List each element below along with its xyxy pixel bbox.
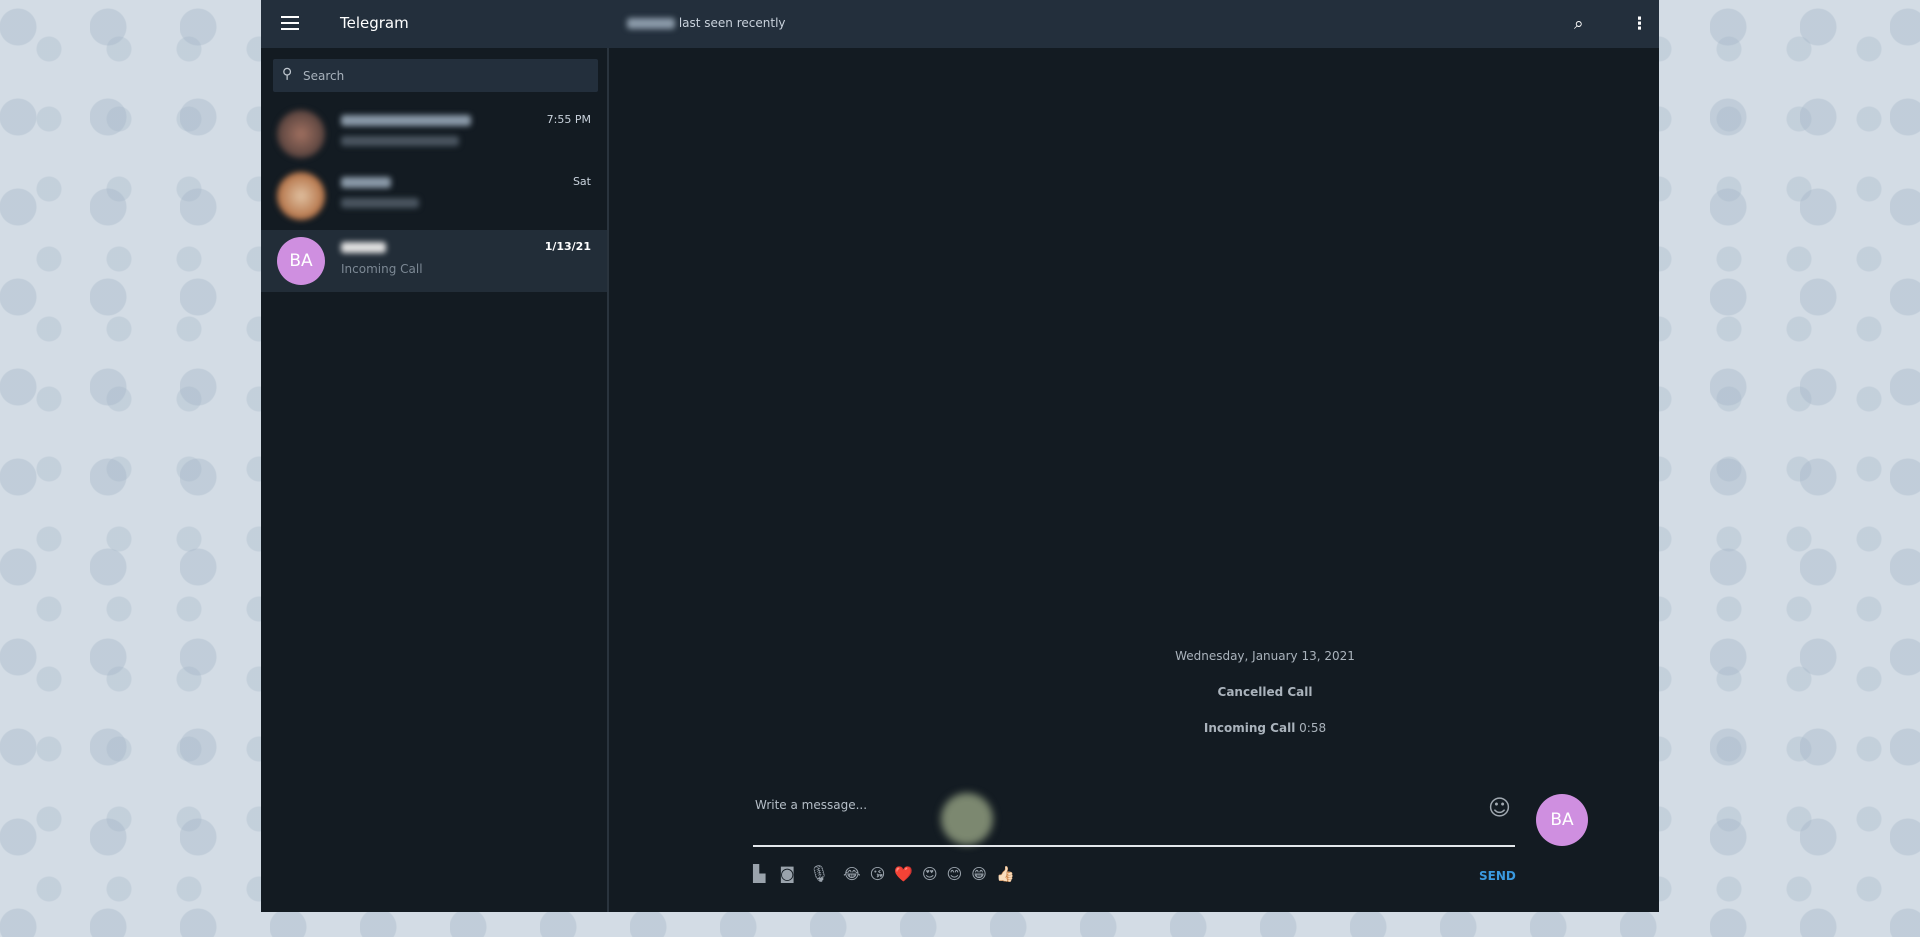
- search-icon: ⚲: [282, 66, 293, 82]
- chat-name: [341, 115, 471, 126]
- contact-avatar[interactable]: BA: [1536, 794, 1588, 846]
- search-placeholder: Search: [303, 69, 345, 83]
- app-title: Telegram: [340, 14, 409, 32]
- search-input[interactable]: ⚲ Search: [273, 59, 598, 92]
- search-icon[interactable]: ⌕: [1574, 14, 1584, 34]
- menu-icon[interactable]: [281, 16, 299, 30]
- emoji-quick[interactable]: 😍: [922, 865, 938, 883]
- incoming-call-message: Incoming Call 0:58: [871, 721, 1659, 735]
- call-label: Incoming Call: [1203, 721, 1296, 735]
- chat-item[interactable]: 7:55 PM: [261, 103, 607, 165]
- contact-status: last seen recently: [627, 16, 786, 30]
- microphone-icon[interactable]: 🎙︎: [809, 864, 829, 883]
- emoji-quick[interactable]: 😊: [947, 865, 963, 883]
- more-vert-icon[interactable]: ⋮: [1631, 14, 1648, 34]
- file-icon[interactable]: ▙: [753, 864, 765, 883]
- date-separator: Wednesday, January 13, 2021: [1175, 649, 1355, 663]
- avatar: [277, 110, 325, 158]
- telegram-window: Telegram last seen recently ⌕ ⋮ ⚲ Search …: [261, 0, 1659, 912]
- emoji-quick[interactable]: 😂: [843, 865, 861, 883]
- emoji-quick[interactable]: 😁: [971, 865, 987, 883]
- chat-list-sidebar: ⚲ Search 7:55 PM Sat BA Incoming Call 1/1…: [261, 48, 609, 912]
- input-underline: [753, 845, 1515, 847]
- camera-icon[interactable]: ◙: [779, 864, 795, 883]
- call-duration: 0:58: [1299, 721, 1327, 735]
- chat-time: Sat: [572, 175, 591, 188]
- chat-name: [341, 177, 391, 188]
- message-input[interactable]: Write a message...: [755, 798, 867, 812]
- my-avatar: [941, 793, 993, 845]
- chat-time: 1/13/21: [544, 240, 591, 253]
- send-button[interactable]: SEND: [1479, 869, 1516, 883]
- chat-name: [341, 242, 386, 253]
- emoji-icon[interactable]: ☺: [1488, 796, 1511, 821]
- cancelled-call-message: Cancelled Call: [1217, 685, 1313, 699]
- emoji-quick[interactable]: 😘: [870, 865, 886, 883]
- avatar: [277, 172, 325, 220]
- chat-item[interactable]: Sat: [261, 165, 607, 227]
- chat-preview: Incoming Call: [341, 262, 423, 276]
- avatar: BA: [277, 237, 325, 285]
- chat-item-selected[interactable]: BA Incoming Call 1/13/21: [261, 230, 607, 292]
- composer-toolbar: ▙ ◙ 🎙︎ 😂 😘 ❤️ 😍 😊 😁 👍🏻: [753, 864, 1015, 883]
- emoji-quick[interactable]: ❤️: [894, 865, 913, 883]
- top-bar: Telegram last seen recently ⌕ ⋮: [261, 0, 1659, 48]
- chat-time: 7:55 PM: [546, 113, 591, 126]
- status-text: last seen recently: [678, 16, 786, 30]
- emoji-quick[interactable]: 👍🏻: [996, 865, 1015, 883]
